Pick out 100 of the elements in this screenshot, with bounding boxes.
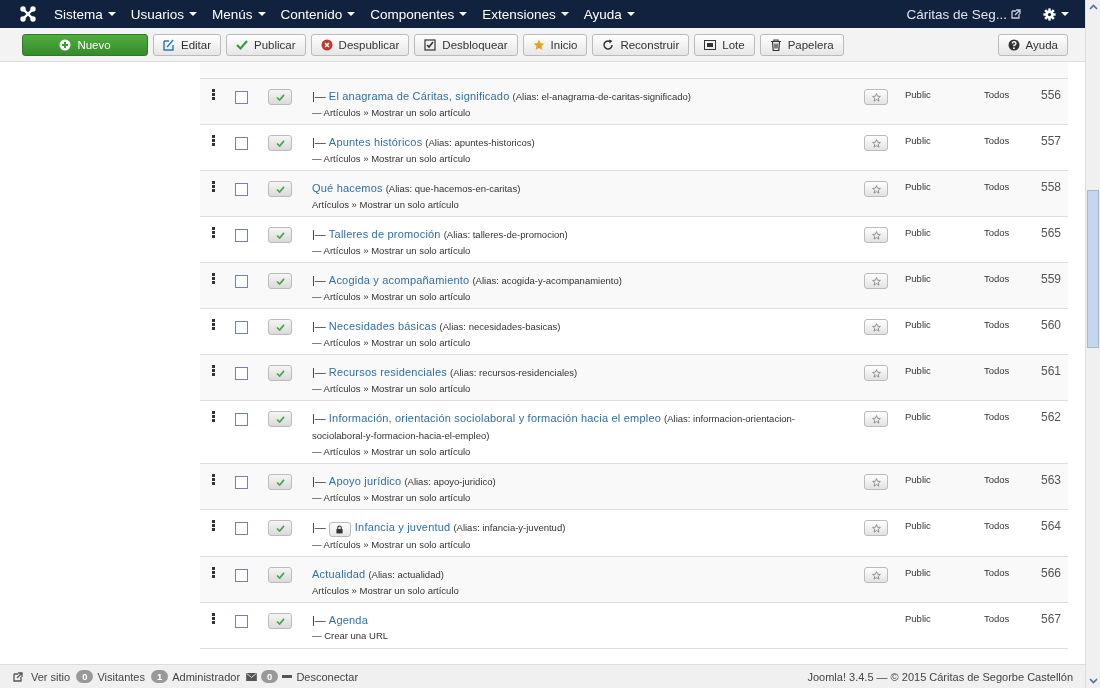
menu-item-link[interactable]: Talleres de promoción — [328, 228, 441, 240]
publish-status-button[interactable] — [268, 273, 292, 289]
publish-status-button[interactable] — [268, 474, 292, 490]
toolbar-button[interactable]: Publicar — [226, 33, 306, 56]
nav-menu[interactable]: Ayuda — [583, 6, 635, 22]
row-checkbox[interactable] — [234, 413, 248, 426]
row-checkbox[interactable] — [234, 569, 248, 582]
publish-status-button[interactable] — [268, 319, 292, 335]
item-id: 566 — [1039, 565, 1062, 582]
default-toggle-button[interactable] — [864, 227, 888, 243]
toolbar-button[interactable]: Inicio — [522, 33, 588, 56]
site-link[interactable]: Cáritas de Seg... — [906, 6, 1007, 22]
toolbar-button[interactable]: Lote — [694, 33, 755, 56]
row-checkbox[interactable] — [234, 91, 248, 104]
publish-status-button[interactable] — [268, 411, 292, 427]
publish-status-button[interactable] — [268, 89, 292, 105]
toolbar-button[interactable]: Editar — [153, 33, 222, 56]
menu-item-link[interactable]: Infancia y juventud — [354, 521, 451, 533]
toolbar-button[interactable]: Reconstruir — [592, 33, 690, 56]
row-checkbox[interactable] — [234, 615, 248, 628]
drag-handle-icon[interactable] — [211, 319, 215, 330]
scroll-thumb[interactable] — [1087, 190, 1099, 348]
default-toggle-button[interactable] — [864, 135, 888, 151]
nav-menu[interactable]: Extensiones — [482, 6, 569, 22]
publish-status-button[interactable] — [268, 520, 292, 536]
help-button[interactable]: Ayuda — [997, 33, 1068, 56]
drag-handle-icon[interactable] — [211, 567, 215, 578]
joomla-logo-icon[interactable] — [20, 6, 36, 22]
check-icon — [275, 323, 285, 331]
drag-handle-icon[interactable] — [211, 365, 215, 376]
menu-item-link[interactable]: El anagrama de Cáritas, significado — [328, 90, 510, 102]
checked-out-button[interactable] — [328, 522, 351, 537]
publish-status-button[interactable] — [268, 181, 292, 197]
drag-handle-icon[interactable] — [211, 135, 215, 146]
external-link-icon — [1011, 9, 1021, 19]
row-checkbox[interactable] — [234, 367, 248, 380]
default-toggle-button[interactable] — [864, 89, 888, 105]
drag-handle-icon[interactable] — [211, 613, 215, 624]
menu-item-link[interactable]: Apoyo jurídico — [328, 475, 402, 487]
row-checkbox[interactable] — [234, 183, 248, 196]
star-icon — [871, 92, 881, 102]
menu-item-link[interactable]: Información, orientación sociolaboral y formación hacia el empleo — [328, 412, 662, 424]
default-toggle-button[interactable] — [864, 319, 888, 335]
access-level: Public — [904, 272, 932, 286]
row-checkbox[interactable] — [234, 137, 248, 150]
menu-item-link[interactable]: Acogida y acompañamiento — [328, 274, 470, 286]
publish-status-button[interactable] — [268, 567, 292, 583]
row-checkbox[interactable] — [234, 321, 248, 334]
nav-menu[interactable]: Menús — [212, 6, 266, 22]
publish-status-button[interactable] — [268, 613, 292, 629]
default-toggle-button[interactable] — [864, 520, 888, 536]
default-toggle-button[interactable] — [864, 411, 888, 427]
menu-item-link[interactable]: Agenda — [328, 614, 368, 626]
publish-status-button[interactable] — [268, 135, 292, 151]
view-site-link[interactable]: Ver sitio — [31, 670, 71, 683]
menu-item-link[interactable]: Actualidad — [312, 568, 366, 580]
default-toggle-button[interactable] — [864, 273, 888, 289]
row-checkbox[interactable] — [234, 275, 248, 288]
toolbar-icon — [236, 38, 249, 51]
menu-item-link[interactable]: Necesidades básicas — [328, 320, 437, 332]
menu-item-link[interactable]: Apuntes históricos — [328, 136, 423, 148]
menu-item-link[interactable]: Recursos residenciales — [328, 366, 447, 378]
lock-icon — [336, 525, 344, 534]
drag-handle-icon[interactable] — [211, 89, 215, 100]
toolbar-button[interactable]: Nuevo — [22, 33, 148, 56]
default-toggle-button[interactable] — [864, 181, 888, 197]
access-level: Public — [904, 364, 932, 378]
default-toggle-button[interactable] — [864, 567, 888, 583]
nav-menu[interactable]: Contenido — [280, 6, 356, 22]
language: Todos — [984, 364, 1011, 378]
toolbar-icon — [602, 38, 615, 51]
publish-status-button[interactable] — [268, 365, 292, 381]
item-heading: |— Acogida y acompañamiento (Alias: acogida-y-acompanamiento) — [312, 273, 623, 288]
drag-handle-icon[interactable] — [211, 273, 215, 284]
item-type: — Artículos » Mostrar un solo artículo — [312, 244, 472, 258]
row-checkbox[interactable] — [234, 476, 248, 489]
settings-menu[interactable] — [1043, 7, 1069, 21]
drag-handle-icon[interactable] — [211, 474, 215, 485]
check-icon — [275, 617, 285, 625]
logout-link[interactable]: Desconectar — [296, 670, 359, 683]
toolbar-button[interactable]: Despublicar — [310, 33, 410, 56]
nav-menu[interactable]: Componentes — [370, 6, 468, 22]
nav-menu[interactable]: Usuarios — [130, 6, 198, 22]
publish-status-button[interactable] — [268, 227, 292, 243]
toolbar-button[interactable]: Desbloquear — [414, 33, 518, 56]
check-icon — [275, 478, 285, 486]
drag-handle-icon[interactable] — [211, 181, 215, 192]
menu-item-link[interactable]: Qué hacemos — [312, 182, 383, 194]
vertical-scrollbar[interactable] — [1085, 0, 1100, 688]
nav-menu[interactable]: Sistema — [54, 6, 116, 22]
default-toggle-button[interactable] — [864, 474, 888, 490]
drag-handle-icon[interactable] — [211, 520, 215, 531]
drag-handle-icon[interactable] — [211, 227, 215, 238]
row-checkbox[interactable] — [234, 522, 248, 535]
row-checkbox[interactable] — [234, 229, 248, 242]
default-toggle-button[interactable] — [864, 365, 888, 381]
toolbar-icon — [424, 38, 437, 51]
item-type: — Artículos » Mostrar un solo artículo — [312, 491, 472, 505]
drag-handle-icon[interactable] — [211, 411, 215, 422]
toolbar-button[interactable]: Papelera — [759, 33, 844, 56]
